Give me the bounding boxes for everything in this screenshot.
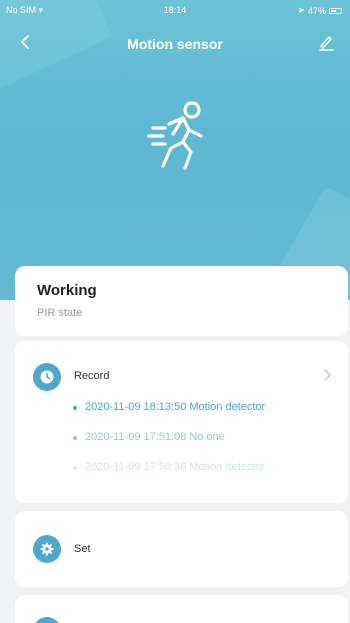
battery-percent: 47%: [307, 5, 326, 16]
status-bar: No SIM ▾ 18:14 ➤ 47%: [0, 0, 350, 20]
battery-icon: [329, 7, 342, 14]
bullet-icon: [73, 406, 77, 410]
record-item: 2020-11-09 17:50:36 Motion detector: [73, 461, 265, 491]
record-icon-badge: [33, 363, 61, 391]
status-right: ➤ 47%: [297, 5, 342, 16]
record-item-text: 2020-11-09 17:50:36 Motion detector: [85, 461, 266, 473]
next-card[interactable]: [15, 595, 348, 623]
nav-bar: Motion sensor: [0, 28, 350, 58]
location-icon: ➤: [297, 5, 305, 15]
record-item: 2020-11-09 17:51:08 No one: [73, 431, 265, 461]
record-item-text: 2020-11-09 18:13:50 Motion detector: [85, 401, 266, 413]
status-card: Working PIR state: [15, 266, 348, 336]
next-icon-badge: [33, 617, 61, 623]
chevron-right-icon[interactable]: [322, 368, 332, 382]
set-card[interactable]: Set: [15, 511, 348, 587]
record-item: 2020-11-09 18:13:50 Motion detector: [73, 401, 265, 431]
record-item-text: 2020-11-09 17:51:08 No one: [85, 431, 225, 443]
record-title: Record: [74, 370, 110, 382]
clock-icon: [40, 370, 54, 384]
gear-icon: [40, 542, 54, 556]
record-card[interactable]: Record 2020-11-09 18:13:50 Motion detect…: [15, 341, 348, 503]
status-subtitle: PIR state: [37, 307, 83, 319]
status-title: Working: [37, 282, 97, 299]
record-list: 2020-11-09 18:13:50 Motion detector 2020…: [73, 401, 265, 491]
edit-icon[interactable]: [316, 32, 336, 52]
bullet-icon: [73, 466, 77, 470]
running-person-icon: [147, 101, 203, 170]
page-title: Motion sensor: [127, 36, 223, 52]
hero-banner: No SIM ▾ 18:14 ➤ 47% Motion sensor: [0, 0, 350, 300]
bullet-icon: [73, 436, 77, 440]
set-label: Set: [74, 543, 91, 555]
set-icon-badge: [33, 535, 61, 563]
